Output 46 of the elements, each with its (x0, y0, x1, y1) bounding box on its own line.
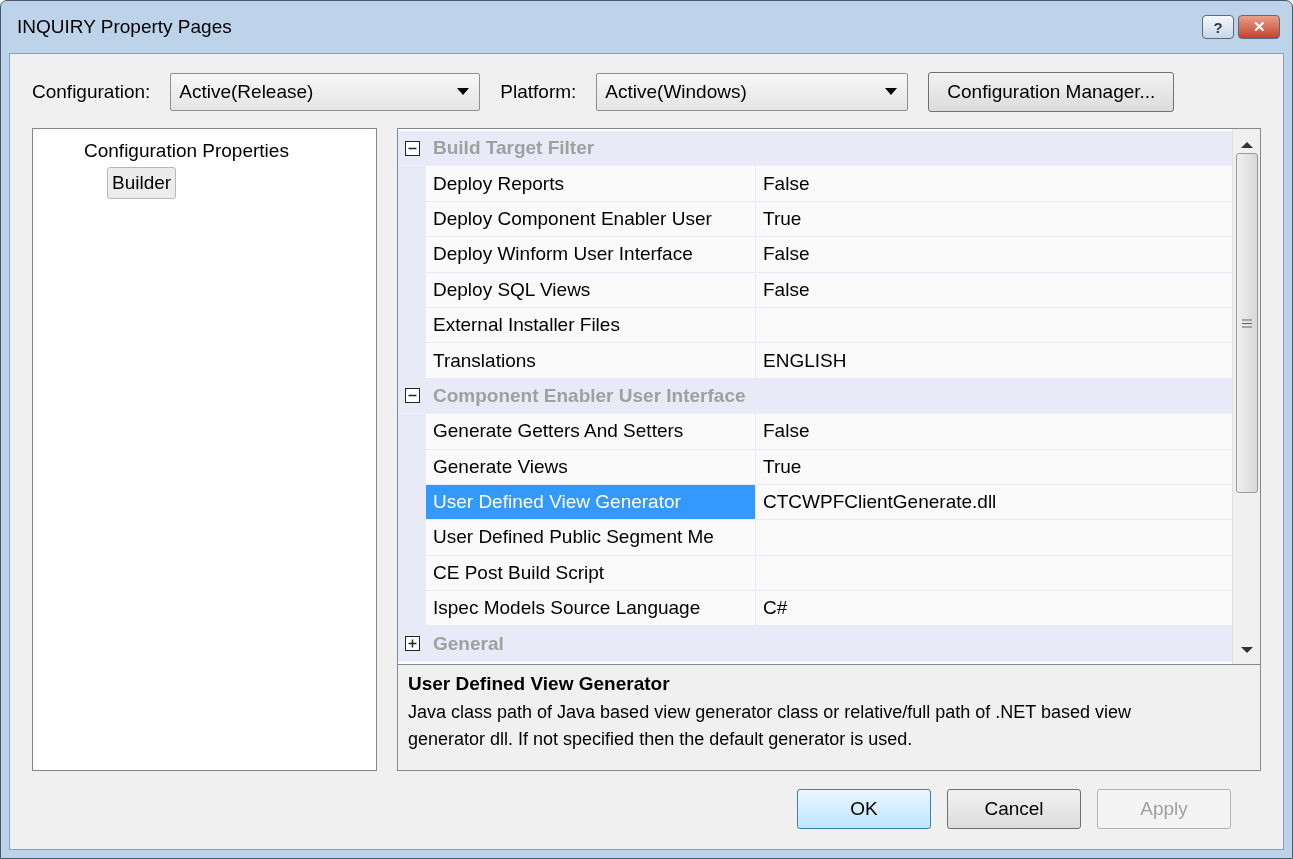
category-name: Build Target Filter (433, 137, 595, 160)
field-label: Configuration: (32, 81, 151, 103)
property-value[interactable]: CTCWPFClientGenerate.dll (756, 484, 1232, 521)
property-name[interactable]: Deploy Component Enabler User (426, 201, 756, 238)
scroll-down-icon[interactable] (1240, 646, 1253, 654)
configuration-manager-button[interactable]: Configuration Manager... (928, 72, 1175, 112)
description-title: User Defined View Generator (408, 673, 671, 695)
dialog-button[interactable]: OK (797, 789, 931, 829)
scroll-thumb[interactable] (1235, 153, 1258, 493)
collapse-icon[interactable] (404, 140, 420, 156)
caret-icon (457, 88, 470, 96)
platform-dropdown[interactable]: Active(Windows) (596, 73, 909, 111)
field-label: Platform: (500, 81, 577, 103)
property-name[interactable]: Deploy Reports (426, 166, 756, 202)
property-value[interactable]: False (756, 272, 1232, 308)
tree-item[interactable]: Builder (107, 167, 177, 199)
property-name[interactable]: Deploy SQL Views (426, 272, 756, 308)
property-name[interactable]: External Installer Files (426, 307, 756, 344)
window-title: INQUIRY Property Pages (17, 16, 232, 38)
property-value[interactable]: True (756, 201, 1232, 238)
dialog-button[interactable]: Cancel (947, 789, 1081, 829)
scroll-up-icon[interactable] (1240, 141, 1253, 149)
collapse-icon[interactable] (404, 388, 420, 404)
configuration-dropdown[interactable]: Active(Release) (170, 73, 481, 111)
help-button[interactable]: ? (1202, 15, 1234, 39)
property-name[interactable]: User Defined Public Segment Me (426, 520, 756, 556)
property-name[interactable]: Deploy Winform User Interface (426, 237, 756, 273)
scrollbar[interactable] (1232, 129, 1260, 664)
property-value[interactable]: False (756, 237, 1232, 273)
property-name[interactable]: Generate Getters And Setters (426, 414, 756, 450)
property-value[interactable]: ENGLISH (756, 343, 1232, 379)
property-value[interactable]: False (756, 414, 1232, 450)
grip-icon (1241, 318, 1252, 328)
property-value[interactable]: C# (756, 591, 1232, 627)
category-name: General (433, 632, 504, 655)
property-name[interactable]: Translations (426, 343, 756, 379)
caret-icon (885, 88, 898, 96)
expand-icon[interactable] (404, 636, 420, 652)
property-value[interactable]: False (756, 166, 1232, 202)
tree-item[interactable]: Configuration Properties (79, 135, 294, 167)
description-text: Java class path of Java based view generator class or relative/full path of .NET based view generator dll. If not specified then the default generator is used. (408, 701, 1133, 751)
property-name[interactable]: Generate Views (426, 449, 756, 485)
property-value[interactable]: True (756, 449, 1232, 485)
property-name[interactable]: Ispec Models Source Language (426, 591, 756, 627)
property-name[interactable]: CE Post Build Script (426, 555, 756, 592)
category-name: Component Enabler User Interface (433, 384, 746, 407)
